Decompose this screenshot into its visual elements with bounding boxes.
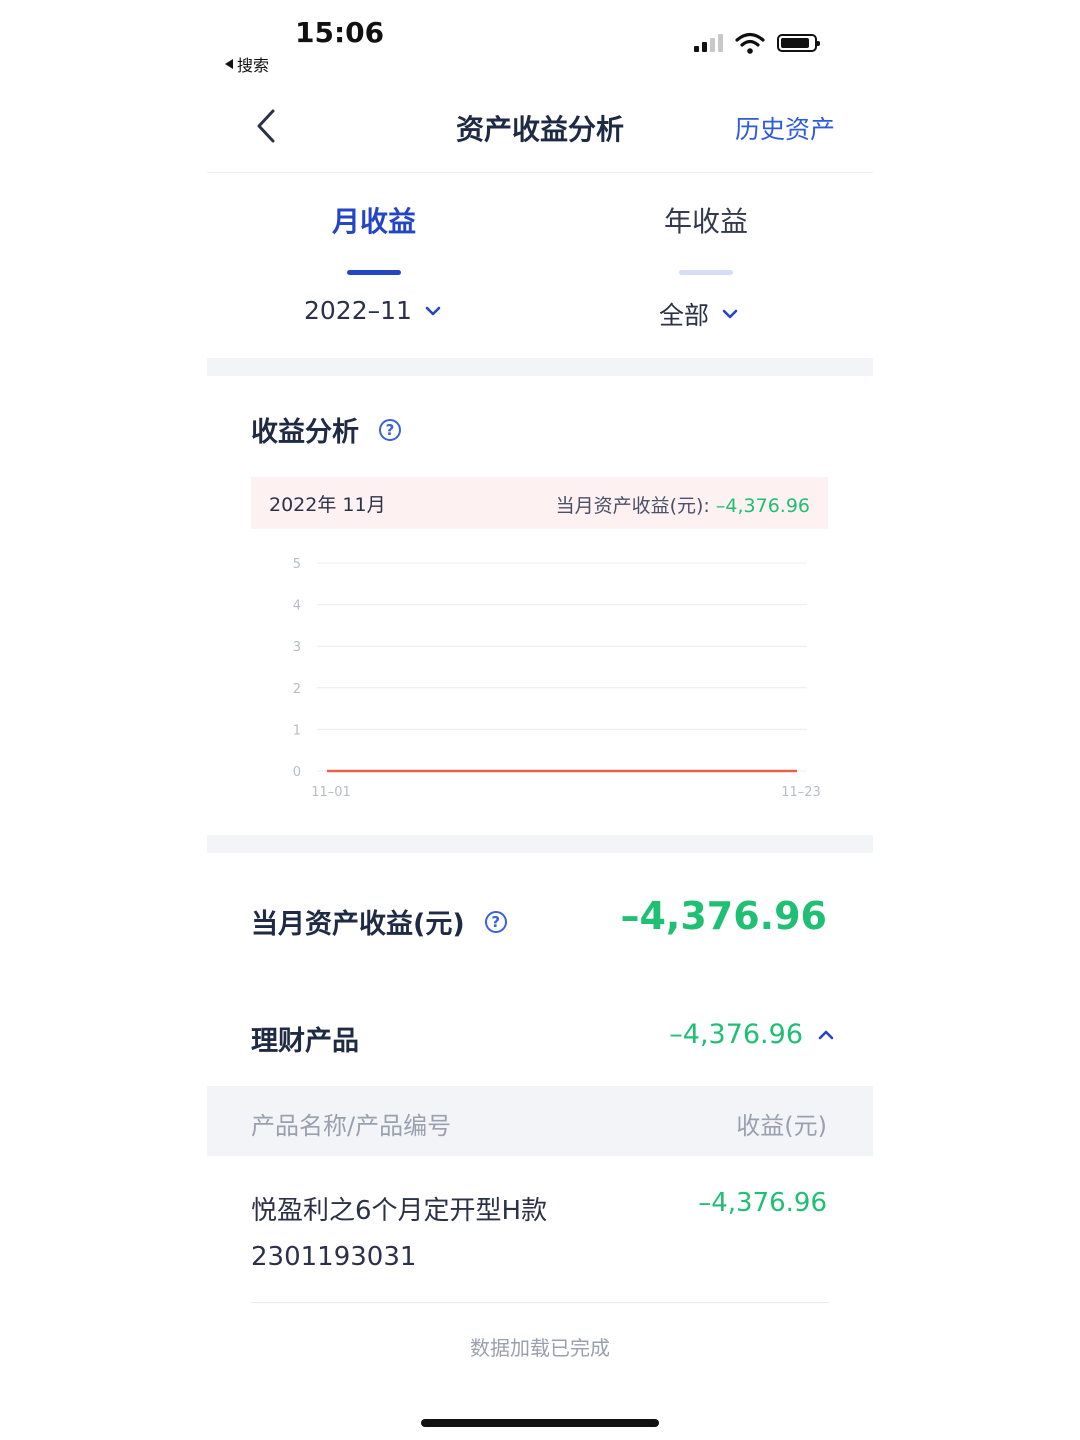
wifi-icon: [735, 32, 765, 54]
app-screen: 15:06 搜索 资产收益分析 历史资产 月收益 年收益 2022–11 全部 …: [207, 0, 873, 1440]
chevron-down-icon: [722, 309, 738, 319]
chart-y-tick-label: 0: [293, 765, 301, 780]
period-tabs: 月收益 年收益: [207, 200, 873, 275]
help-icon[interactable]: ?: [379, 418, 401, 441]
help-icon[interactable]: ?: [484, 910, 507, 933]
month-selector-value: 2022–11: [304, 296, 412, 325]
chart-x-tick-label: 11–23: [781, 785, 821, 800]
period-summary-label: 当月资产收益(元):: [555, 495, 710, 517]
tab-monthly-label: 月收益: [331, 205, 416, 238]
category-wealth-products[interactable]: 理财产品 –4,376.96: [207, 1015, 873, 1059]
chart-y-tick-label: 3: [293, 640, 301, 655]
status-icons: [694, 32, 820, 54]
income-line-chart: 5 4 3 2 1 0 11–01 11–23: [293, 557, 821, 800]
category-label: 理财产品: [251, 1026, 359, 1057]
column-header-product: 产品名称/产品编号: [251, 1112, 452, 1140]
filter-row: 2022–11 全部: [207, 296, 873, 332]
back-to-search-label: 搜索: [237, 56, 270, 75]
load-complete-text: 数据加载已完成: [470, 1336, 610, 1360]
monthly-income-value: –4,376.96: [620, 894, 827, 938]
product-code: 2301193031: [251, 1242, 417, 1272]
chart-y-tick-label: 2: [293, 682, 301, 697]
status-time: 15:06: [295, 16, 385, 49]
tab-active-indicator: [347, 270, 401, 275]
back-to-search-link[interactable]: 搜索: [225, 52, 269, 76]
monthly-income-summary: 当月资产收益(元) ? –4,376.96: [207, 890, 873, 950]
home-indicator[interactable]: [421, 1419, 659, 1427]
period-label: 2022年 11月: [269, 494, 386, 516]
monthly-income-label: 当月资产收益(元): [251, 909, 465, 940]
cellular-signal-icon: [694, 34, 723, 52]
table-row[interactable]: 悦盈利之6个月定开型H款 2301193031 –4,376.96: [207, 1180, 873, 1300]
section-divider: [207, 835, 873, 853]
chevron-down-icon: [425, 306, 441, 315]
period-summary-value: –4,376.96: [715, 495, 810, 517]
row-divider: [251, 1302, 829, 1303]
tab-yearly[interactable]: 年收益: [606, 200, 806, 275]
analysis-section-header: 收益分析 ?: [251, 410, 401, 449]
section-divider: [207, 358, 873, 376]
asset-type-value: 全部: [659, 301, 710, 330]
battery-icon: [777, 34, 820, 52]
month-selector[interactable]: 2022–11: [304, 296, 442, 325]
period-summary-banner: 2022年 11月 当月资产收益(元): –4,376.96: [251, 477, 828, 529]
tab-inactive-indicator: [679, 270, 733, 275]
asset-type-selector[interactable]: 全部: [659, 296, 739, 332]
product-income: –4,376.96: [698, 1188, 827, 1218]
tab-yearly-label: 年收益: [663, 205, 748, 238]
chart-y-tick-label: 4: [293, 599, 301, 614]
analysis-title: 收益分析: [251, 417, 359, 448]
product-table-header: 产品名称/产品编号 收益(元): [207, 1086, 873, 1156]
column-header-income: 收益(元): [736, 1112, 827, 1140]
chevron-up-icon[interactable]: [817, 1029, 835, 1041]
product-name: 悦盈利之6个月定开型H款: [251, 1196, 548, 1226]
tab-monthly[interactable]: 月收益: [274, 200, 474, 275]
navigation-bar: 资产收益分析 历史资产: [207, 92, 873, 173]
monthly-income-header: 当月资产收益(元) ?: [251, 902, 507, 941]
product-name-cell: 悦盈利之6个月定开型H款 2301193031: [251, 1188, 547, 1280]
chart-y-tick-label: 5: [293, 557, 301, 572]
category-value: –4,376.96: [669, 1019, 803, 1050]
back-triangle-icon: [225, 59, 233, 69]
category-value-group: –4,376.96: [669, 1019, 835, 1050]
chart-y-tick-label: 1: [293, 723, 301, 738]
period-summary: 当月资产收益(元): –4,376.96: [556, 491, 810, 518]
chart-x-tick-label: 11–01: [311, 785, 351, 800]
history-assets-link[interactable]: 历史资产: [735, 110, 835, 146]
